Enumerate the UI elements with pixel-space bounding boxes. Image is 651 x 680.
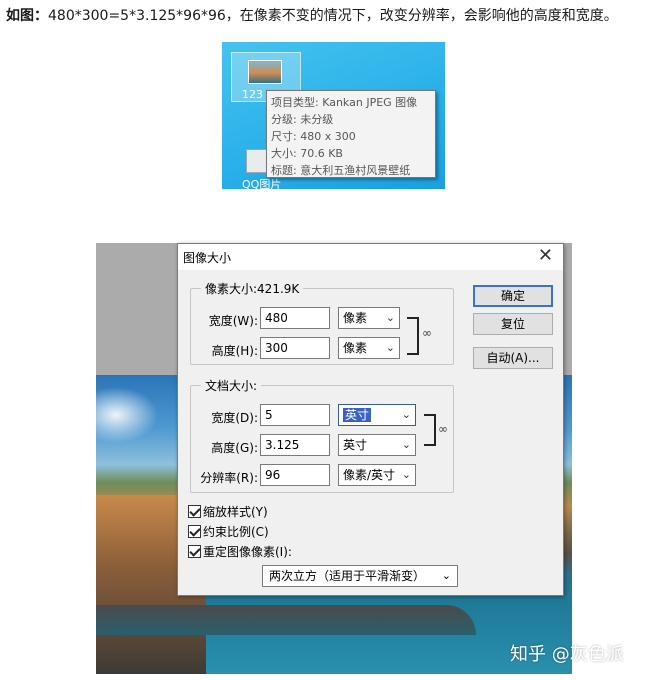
tooltip-size: 大小: 70.6 KB <box>271 147 343 160</box>
image-thumbnail-icon <box>248 60 282 84</box>
chevron-down-icon: ⌄ <box>401 438 411 451</box>
chevron-down-icon: ⌄ <box>401 408 411 421</box>
doc-height-label: 高度(G): <box>211 441 258 455</box>
doc-height-unit-value: 英寸 <box>343 438 368 452</box>
desktop-screenshot: 123 QQ图片 项目类型: Kankan JPEG 图像 分级: 未分级 尺寸… <box>222 42 445 189</box>
resolution-unit-select[interactable]: 像素/英寸 ⌄ <box>338 464 416 486</box>
pixel-width-input[interactable]: 480 <box>260 307 330 329</box>
coast-rocks <box>96 605 476 635</box>
resolution-unit-value: 像素/英寸 <box>343 468 396 482</box>
resample-label: 重定图像像素(I): <box>203 545 292 559</box>
doc-constrain-bracket <box>424 414 436 446</box>
resample-method-value: 两次立方（适用于平滑渐变） <box>269 569 426 583</box>
tooltip-type: 项目类型: Kankan JPEG 图像 <box>271 96 418 109</box>
resample-checkbox[interactable]: 重定图像像素(I): <box>188 543 292 559</box>
caption: 如图：480*300=5*3.125*96*96，在像素不变的情况下，改变分辨率… <box>6 5 618 25</box>
checkbox-checked-icon <box>188 505 201 518</box>
file-info-tooltip: 项目类型: Kankan JPEG 图像 分级: 未分级 尺寸: 480 x 3… <box>266 90 436 178</box>
pixel-constrain-bracket <box>407 317 419 355</box>
constrain-proportions-label: 约束比例(C) <box>203 525 269 539</box>
chain-link-icon: ∞ <box>438 422 448 436</box>
doc-width-label: 宽度(D): <box>211 411 258 425</box>
pixel-height-unit-value: 像素 <box>343 341 368 355</box>
caption-text: 480*300=5*3.125*96*96，在像素不变的情况下，改变分辨率，会影… <box>48 8 618 24</box>
checkbox-checked-icon <box>188 525 201 538</box>
document-size-legend: 文档大小: <box>201 377 262 394</box>
chevron-down-icon: ⌄ <box>385 311 395 324</box>
reset-button[interactable]: 复位 <box>473 313 553 335</box>
pixel-dimensions-legend: 像素大小:421.9K <box>201 280 304 297</box>
chevron-down-icon: ⌄ <box>385 341 395 354</box>
scale-styles-label: 缩放样式(Y) <box>203 505 268 519</box>
doc-height-unit-select[interactable]: 英寸 ⌄ <box>338 434 416 456</box>
close-icon[interactable]: ✕ <box>538 246 553 266</box>
tooltip-dimensions: 尺寸: 480 x 300 <box>271 130 356 143</box>
resolution-input[interactable]: 96 <box>260 464 330 486</box>
chevron-down-icon: ⌄ <box>401 468 411 481</box>
resolution-label: 分辨率(R): <box>200 471 258 485</box>
file-icon-label: 123 <box>242 88 263 101</box>
ok-button[interactable]: 确定 <box>473 285 553 307</box>
dialog-titlebar[interactable]: 图像大小 ✕ <box>178 244 563 270</box>
tooltip-rating: 分级: 未分级 <box>271 113 334 126</box>
scale-styles-checkbox[interactable]: 缩放样式(Y) <box>188 503 268 519</box>
doc-height-input[interactable]: 3.125 <box>260 434 330 456</box>
tooltip-title: 标题: 意大利五渔村风景壁纸 <box>271 164 411 177</box>
image-size-dialog: 图像大小 ✕ 像素大小:421.9K 宽度(W): 480 像素 ⌄ 高度(H)… <box>177 243 564 596</box>
doc-width-unit-select[interactable]: 英寸 ⌄ <box>338 404 416 426</box>
pixel-width-label: 宽度(W): <box>208 314 258 328</box>
doc-width-unit-value: 英寸 <box>343 408 372 422</box>
chevron-down-icon: ⌄ <box>441 569 451 582</box>
pixel-height-label: 高度(H): <box>211 344 258 358</box>
chain-link-icon: ∞ <box>422 326 432 340</box>
dialog-title: 图像大小 <box>183 251 232 265</box>
pixel-height-input[interactable]: 300 <box>260 337 330 359</box>
constrain-proportions-checkbox[interactable]: 约束比例(C) <box>188 523 269 539</box>
pixel-width-unit-value: 像素 <box>343 311 368 325</box>
pixel-height-unit-select[interactable]: 像素 ⌄ <box>338 337 400 359</box>
doc-width-input[interactable]: 5 <box>260 404 330 426</box>
checkbox-checked-icon <box>188 545 201 558</box>
pixel-width-unit-select[interactable]: 像素 ⌄ <box>338 307 400 329</box>
watermark: 知乎 @灰色派 <box>510 644 624 665</box>
auto-button[interactable]: 自动(A)... <box>473 347 553 369</box>
resample-method-select[interactable]: 两次立方（适用于平滑渐变） ⌄ <box>262 565 458 587</box>
caption-bold: 如图： <box>6 8 48 24</box>
